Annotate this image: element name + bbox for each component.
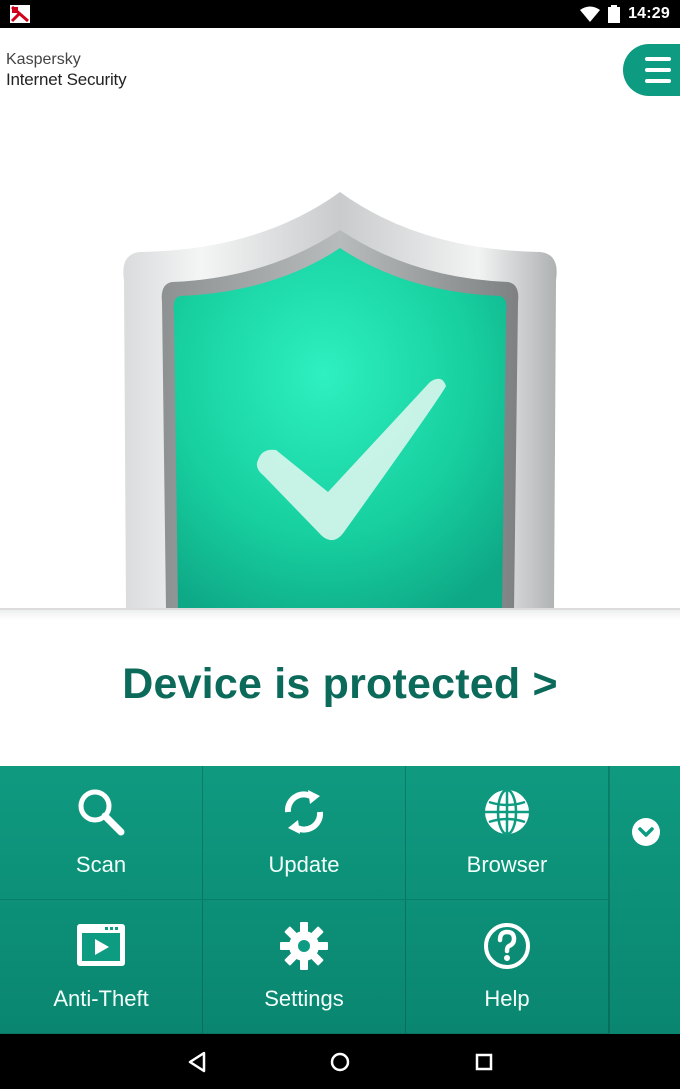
expand-panel (609, 766, 680, 1034)
protection-status-link[interactable]: Device is protected > (0, 660, 680, 709)
recents-icon[interactable] (470, 1048, 498, 1076)
help-button[interactable]: Help (406, 900, 609, 1034)
menu-button[interactable] (623, 44, 680, 96)
expand-button[interactable] (632, 818, 660, 846)
battery-icon (608, 5, 621, 23)
home-icon[interactable] (326, 1048, 354, 1076)
kaspersky-notification-icon (10, 5, 30, 23)
globe-icon (485, 788, 529, 836)
clock: 14:29 (628, 5, 670, 22)
help-label: Help (484, 986, 530, 1011)
back-icon[interactable] (183, 1048, 211, 1076)
search-icon (78, 789, 125, 836)
brand-logo: Kaspersky Internet Security (6, 50, 127, 90)
anti-theft-label: Anti-Theft (53, 986, 149, 1011)
shield-icon (123, 192, 557, 610)
status-bar: 14:29 (0, 0, 680, 28)
refresh-icon (284, 790, 324, 834)
scan-button[interactable]: Scan (0, 766, 203, 900)
update-label: Update (268, 852, 340, 877)
settings-label: Settings (264, 986, 344, 1011)
feature-grid: Scan Update Browser Anti-Theft Settings … (0, 766, 680, 1034)
browser-button[interactable]: Browser (406, 766, 609, 900)
anti-theft-button[interactable]: Anti-Theft (0, 900, 203, 1034)
help-icon (484, 923, 530, 969)
settings-button[interactable]: Settings (203, 900, 406, 1034)
anti-theft-icon (77, 924, 125, 966)
wifi-icon (580, 6, 601, 22)
navigation-bar (0, 1034, 680, 1089)
gear-icon (280, 922, 328, 970)
brand-line-1: Kaspersky (6, 51, 81, 68)
brand-line-2: Internet Security (6, 70, 127, 89)
protection-shield[interactable] (0, 170, 680, 610)
update-button[interactable]: Update (203, 766, 406, 900)
chevron-down-icon (638, 827, 654, 837)
browser-label: Browser (466, 852, 548, 877)
scan-label: Scan (75, 852, 127, 877)
